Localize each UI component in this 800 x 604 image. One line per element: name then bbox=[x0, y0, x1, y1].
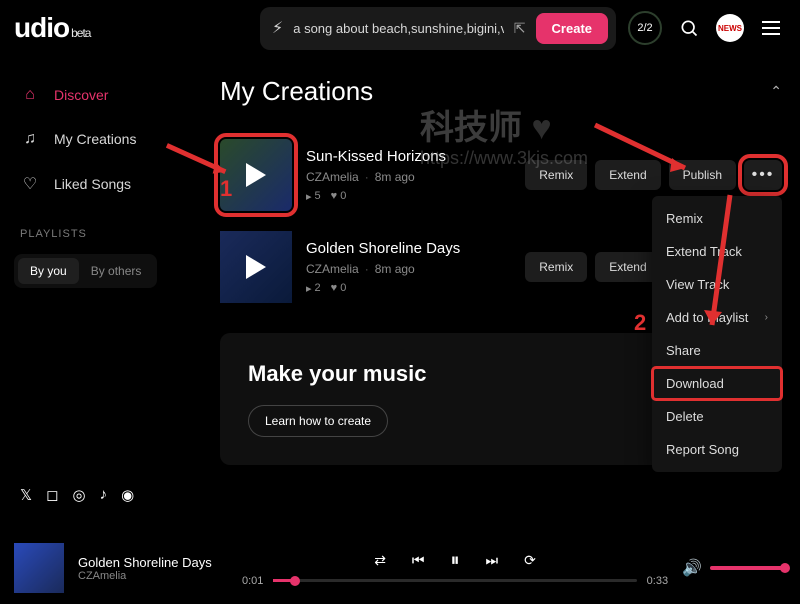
home-icon: ⌂ bbox=[20, 86, 40, 104]
reddit-icon[interactable]: ◉ bbox=[121, 486, 134, 504]
playlists-heading: PLAYLISTS bbox=[20, 228, 196, 240]
track-time: 8m ago bbox=[375, 170, 415, 184]
twitter-icon[interactable]: 𝕏 bbox=[20, 486, 32, 504]
total-time: 0:33 bbox=[647, 575, 668, 587]
play-count-icon: ▸ bbox=[306, 282, 312, 295]
like-count: 0 bbox=[340, 190, 346, 202]
sidebar-item-my-creations[interactable]: ♫ My Creations bbox=[14, 120, 196, 158]
track-artwork[interactable] bbox=[220, 231, 292, 303]
now-playing-title: Golden Shoreline Days bbox=[78, 555, 228, 570]
elapsed-time: 0:01 bbox=[242, 575, 263, 587]
like-count-icon: ♥ bbox=[331, 282, 338, 294]
shuffle-icon[interactable]: ⇄ bbox=[374, 552, 386, 569]
progress-bar[interactable] bbox=[273, 579, 636, 582]
track-time: 8m ago bbox=[375, 262, 415, 276]
track-artist[interactable]: CZAmelia bbox=[306, 262, 359, 276]
collapse-icon[interactable]: ⌃ bbox=[770, 83, 782, 100]
play-count: 2 bbox=[315, 282, 321, 294]
menu-remix[interactable]: Remix bbox=[652, 202, 782, 235]
play-icon bbox=[246, 255, 266, 279]
filter-by-you[interactable]: By you bbox=[18, 258, 79, 284]
play-icon bbox=[246, 163, 266, 187]
repeat-icon[interactable]: ⟳ bbox=[524, 552, 536, 569]
tiktok-icon[interactable]: ♪ bbox=[100, 486, 108, 504]
heart-icon: ♡ bbox=[20, 174, 40, 194]
menu-report-song[interactable]: Report Song bbox=[652, 433, 782, 466]
main-panel: My Creations ⌃ Sun-Kissed Horizons CZAme… bbox=[210, 56, 800, 532]
now-playing-artist[interactable]: CZAmelia bbox=[78, 570, 228, 582]
more-button[interactable]: ••• bbox=[744, 160, 782, 190]
track-artist[interactable]: CZAmelia bbox=[306, 170, 359, 184]
pause-icon[interactable]: ⏸ bbox=[451, 550, 460, 571]
sidebar: ⌂ Discover ♫ My Creations ♡ Liked Songs … bbox=[0, 56, 210, 532]
news-badge[interactable]: NEWS bbox=[716, 14, 744, 42]
logo: udiobeta bbox=[14, 12, 90, 44]
menu-add-to-playlist[interactable]: Add to Playlist› bbox=[652, 301, 782, 334]
page-title: My Creations bbox=[220, 76, 373, 107]
filter-by-others[interactable]: By others bbox=[79, 258, 154, 284]
like-count-icon: ♥ bbox=[331, 190, 338, 202]
track-title: Sun-Kissed Horizons bbox=[306, 148, 511, 165]
generation-counter: 2/2 bbox=[628, 11, 662, 45]
menu-extend-track[interactable]: Extend Track bbox=[652, 235, 782, 268]
sidebar-item-discover[interactable]: ⌂ Discover bbox=[14, 76, 196, 114]
remix-button[interactable]: Remix bbox=[525, 160, 587, 190]
next-icon[interactable]: ⏭ bbox=[486, 552, 499, 569]
like-count: 0 bbox=[340, 282, 346, 294]
volume-icon[interactable]: 🔊 bbox=[682, 558, 702, 578]
play-count-icon: ▸ bbox=[306, 190, 312, 203]
menu-delete[interactable]: Delete bbox=[652, 400, 782, 433]
menu-download[interactable]: Download bbox=[652, 367, 782, 400]
prev-icon[interactable]: ⏮ bbox=[412, 552, 425, 569]
menu-view-track[interactable]: View Track bbox=[652, 268, 782, 301]
sidebar-item-label: Liked Songs bbox=[54, 176, 131, 192]
extend-button[interactable]: Extend bbox=[595, 252, 660, 282]
expand-icon[interactable]: ⇱ bbox=[514, 20, 526, 37]
social-links: 𝕏 ◻︎ ◎ ♪ ◉ bbox=[14, 486, 196, 512]
chevron-right-icon: › bbox=[765, 312, 768, 323]
extend-button[interactable]: Extend bbox=[595, 160, 660, 190]
hamburger-icon[interactable] bbox=[756, 13, 786, 43]
prompt-input[interactable] bbox=[293, 21, 504, 36]
now-playing-artwork[interactable] bbox=[14, 543, 64, 593]
remix-button[interactable]: Remix bbox=[525, 252, 587, 282]
volume-slider[interactable] bbox=[710, 566, 786, 570]
track-title: Golden Shoreline Days bbox=[306, 240, 511, 257]
discord-icon[interactable]: ◎ bbox=[73, 486, 86, 504]
menu-share[interactable]: Share bbox=[652, 334, 782, 367]
sidebar-item-label: My Creations bbox=[54, 131, 136, 147]
prompt-pill: ⚡︎ ⇱ Create bbox=[260, 7, 616, 50]
search-icon[interactable] bbox=[674, 13, 704, 43]
sidebar-item-label: Discover bbox=[54, 87, 108, 103]
music-icon: ♫ bbox=[20, 130, 40, 148]
instagram-icon[interactable]: ◻︎ bbox=[46, 486, 58, 504]
top-bar: udiobeta ⚡︎ ⇱ Create 2/2 NEWS bbox=[0, 0, 800, 56]
create-button[interactable]: Create bbox=[536, 13, 608, 44]
publish-button[interactable]: Publish bbox=[669, 160, 736, 190]
lightning-icon: ⚡︎ bbox=[272, 18, 283, 38]
track-artwork[interactable] bbox=[220, 139, 292, 211]
learn-button[interactable]: Learn how to create bbox=[248, 405, 388, 437]
context-menu: Remix Extend Track View Track Add to Pla… bbox=[652, 196, 782, 472]
player-bar: Golden Shoreline Days CZAmelia ⇄ ⏮ ⏸ ⏭ ⟳… bbox=[0, 532, 800, 604]
sidebar-item-liked-songs[interactable]: ♡ Liked Songs bbox=[14, 164, 196, 204]
play-count: 5 bbox=[315, 190, 321, 202]
page-title-row: My Creations ⌃ bbox=[220, 76, 782, 107]
playlist-filter: By you By others bbox=[14, 254, 157, 288]
